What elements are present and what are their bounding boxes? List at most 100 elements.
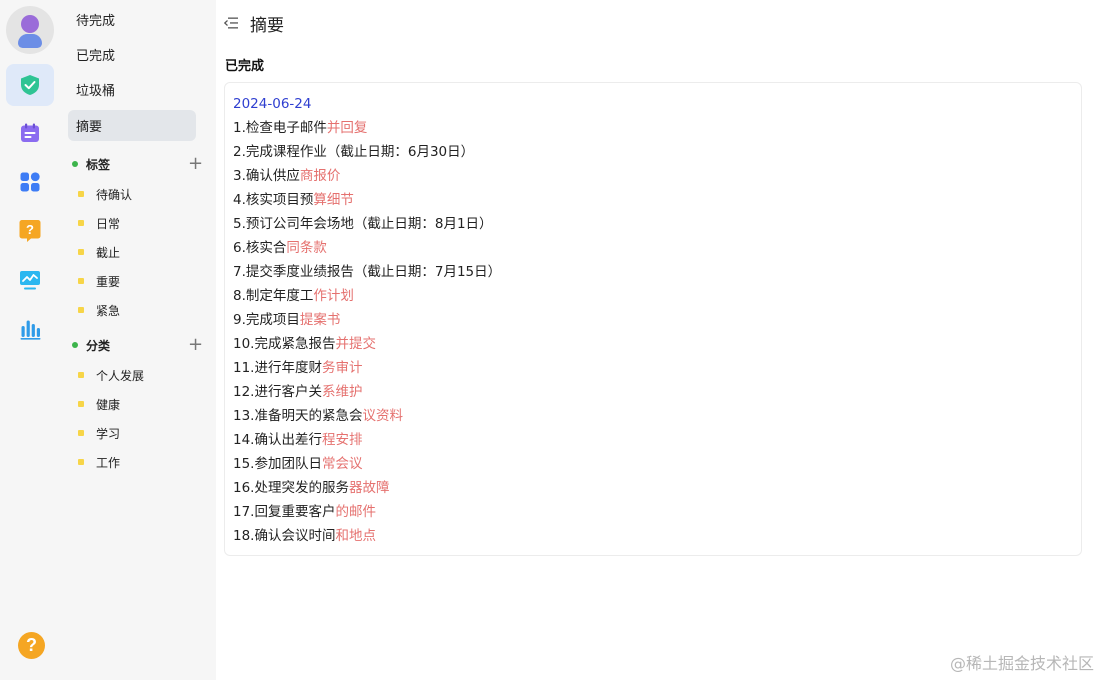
add-category-icon[interactable]: + [188,335,203,355]
rail-calendar-button[interactable] [6,112,54,154]
summary-line: 2.完成课程作业（截止日期：6月30日） [233,140,1073,164]
category-square-icon [78,372,84,378]
summary-date: 2024-06-24 [233,96,312,112]
nav-item-pending[interactable]: 待完成 [68,4,196,35]
avatar-body [18,34,42,48]
summary-line-highlight: 系维护 [321,384,363,400]
summary-line-text: 6.核实合 [233,240,287,256]
tags-dot [72,161,78,167]
tag-label: 重要 [96,274,121,289]
tag-item[interactable]: 重要 [78,271,198,291]
tag-item[interactable]: 日常 [78,213,198,233]
rail-stats-button[interactable] [6,308,54,350]
category-label: 学习 [96,426,121,441]
tag-label: 日常 [96,216,121,231]
category-item[interactable]: 个人发展 [78,365,198,385]
category-label: 工作 [96,455,121,470]
summary-line: 12.进行客户关系维护 [233,380,1073,404]
tag-label: 截止 [96,245,121,260]
app-window: ? ? 待完成 已完成 垃圾桶 摘要 标签 + 待确认 日常 截止 重要 紧急 … [0,0,1100,680]
rail-monitor-button[interactable] [6,259,54,301]
summary-line: 14.确认出差行程安排 [233,428,1073,452]
tag-item[interactable]: 截止 [78,242,198,262]
page-title: 摘要 [250,15,284,36]
avatar[interactable] [6,6,54,54]
tag-square-icon [78,191,84,197]
summary-line-text: 3.确认供应 [233,168,300,184]
summary-line-text: 1.检查电子邮件 [233,120,327,136]
summary-line-highlight: 务审计 [321,360,363,376]
summary-line: 4.核实项目预算细节 [233,188,1073,212]
summary-line-text: 4.核实项目预 [233,192,314,208]
category-label: 健康 [96,397,121,412]
summary-line-highlight: 同条款 [286,240,327,256]
rail-question-button[interactable]: ? [6,210,54,252]
summary-card: 2024-06-24 1.检查电子邮件并回复 2.完成课程作业（截止日期：6月30… [224,82,1082,556]
category-square-icon [78,401,84,407]
summary-line: 9.完成项目提案书 [233,308,1073,332]
summary-line-highlight: 的邮件 [335,504,376,520]
summary-list: 1.检查电子邮件并回复 2.完成课程作业（截止日期：6月30日） 3.确认供应商报价… [233,116,1073,548]
summary-line-highlight: 并提交 [335,336,376,352]
category-label: 个人发展 [96,368,145,383]
categories-dot [72,342,78,348]
category-item[interactable]: 健康 [78,394,198,414]
help-icon[interactable]: ? [18,632,45,659]
tags-title: 标签 [86,157,111,172]
category-item[interactable]: 工作 [78,452,198,472]
summary-line-text: 16.处理突发的服务 [233,480,349,496]
watermark: @稀土掘金技术社区 [949,654,1094,673]
summary-line: 10.完成紧急报告并提交 [233,332,1073,356]
summary-line: 18.确认会议时间和地点 [233,524,1073,548]
summary-line-text: 9.完成项目 [233,312,300,328]
category-square-icon [78,459,84,465]
monitor-chart-icon [20,271,40,290]
summary-line: 11.进行年度财务审计 [233,356,1073,380]
bar-chart-icon [20,320,41,340]
summary-line-highlight: 和地点 [335,528,376,544]
summary-line-highlight: 商报价 [299,168,341,184]
summary-line-text: 17.回复重要客户 [233,504,336,520]
rail-apps-button[interactable] [6,161,54,203]
summary-line: 17.回复重要客户的邮件 [233,500,1073,524]
summary-line-text: 18.确认会议时间 [233,528,336,544]
add-tag-icon[interactable]: + [188,154,203,174]
summary-line-highlight: 器故障 [348,480,390,496]
tag-item[interactable]: 紧急 [78,300,198,320]
icon-rail: ? ? [0,0,60,680]
summary-line-text: 7.提交季度业绩报告（截止日期：7月15日） [233,264,502,280]
summary-line: 5.预订公司年会场地（截止日期：8月1日） [233,212,1073,236]
nav-item-summary[interactable]: 摘要 [68,110,196,141]
summary-line-highlight: 并回复 [326,120,368,136]
summary-line-text: 15.参加团队日 [233,456,322,472]
apps-grid-icon [20,172,40,192]
calendar-icon [21,123,39,142]
tag-label: 紧急 [96,303,121,318]
summary-line-highlight: 议资料 [362,408,403,424]
rail-tasks-button[interactable] [6,64,54,106]
category-item[interactable]: 学习 [78,423,198,443]
collapse-menu-icon[interactable] [224,16,238,30]
summary-line-text: 8.制定年度工 [233,288,314,304]
categories-title: 分类 [86,338,111,353]
category-square-icon [78,430,84,436]
summary-line-highlight: 程安排 [321,432,363,448]
summary-line: 16.处理突发的服务器故障 [233,476,1073,500]
tags-group-header[interactable]: 标签 + [72,154,203,174]
side-panel: 待完成 已完成 垃圾桶 摘要 标签 + 待确认 日常 截止 重要 紧急 分类 +… [60,0,216,680]
summary-line: 1.检查电子邮件并回复 [233,116,1073,140]
tag-label: 待确认 [96,187,133,202]
summary-line: 7.提交季度业绩报告（截止日期：7月15日） [233,260,1073,284]
avatar-head [21,15,39,33]
summary-line: 8.制定年度工作计划 [233,284,1073,308]
tag-item[interactable]: 待确认 [78,184,198,204]
nav-item-completed[interactable]: 已完成 [68,39,196,70]
summary-line-highlight: 算细节 [313,192,354,208]
summary-line-text: 10.完成紧急报告 [233,336,336,352]
main-header: 摘要 [224,10,284,36]
summary-line: 13.准备明天的紧急会议资料 [233,404,1073,428]
categories-group-header[interactable]: 分类 + [72,335,203,355]
tag-square-icon [78,278,84,284]
nav-item-trash[interactable]: 垃圾桶 [68,74,196,105]
check-shield-icon [21,75,39,95]
